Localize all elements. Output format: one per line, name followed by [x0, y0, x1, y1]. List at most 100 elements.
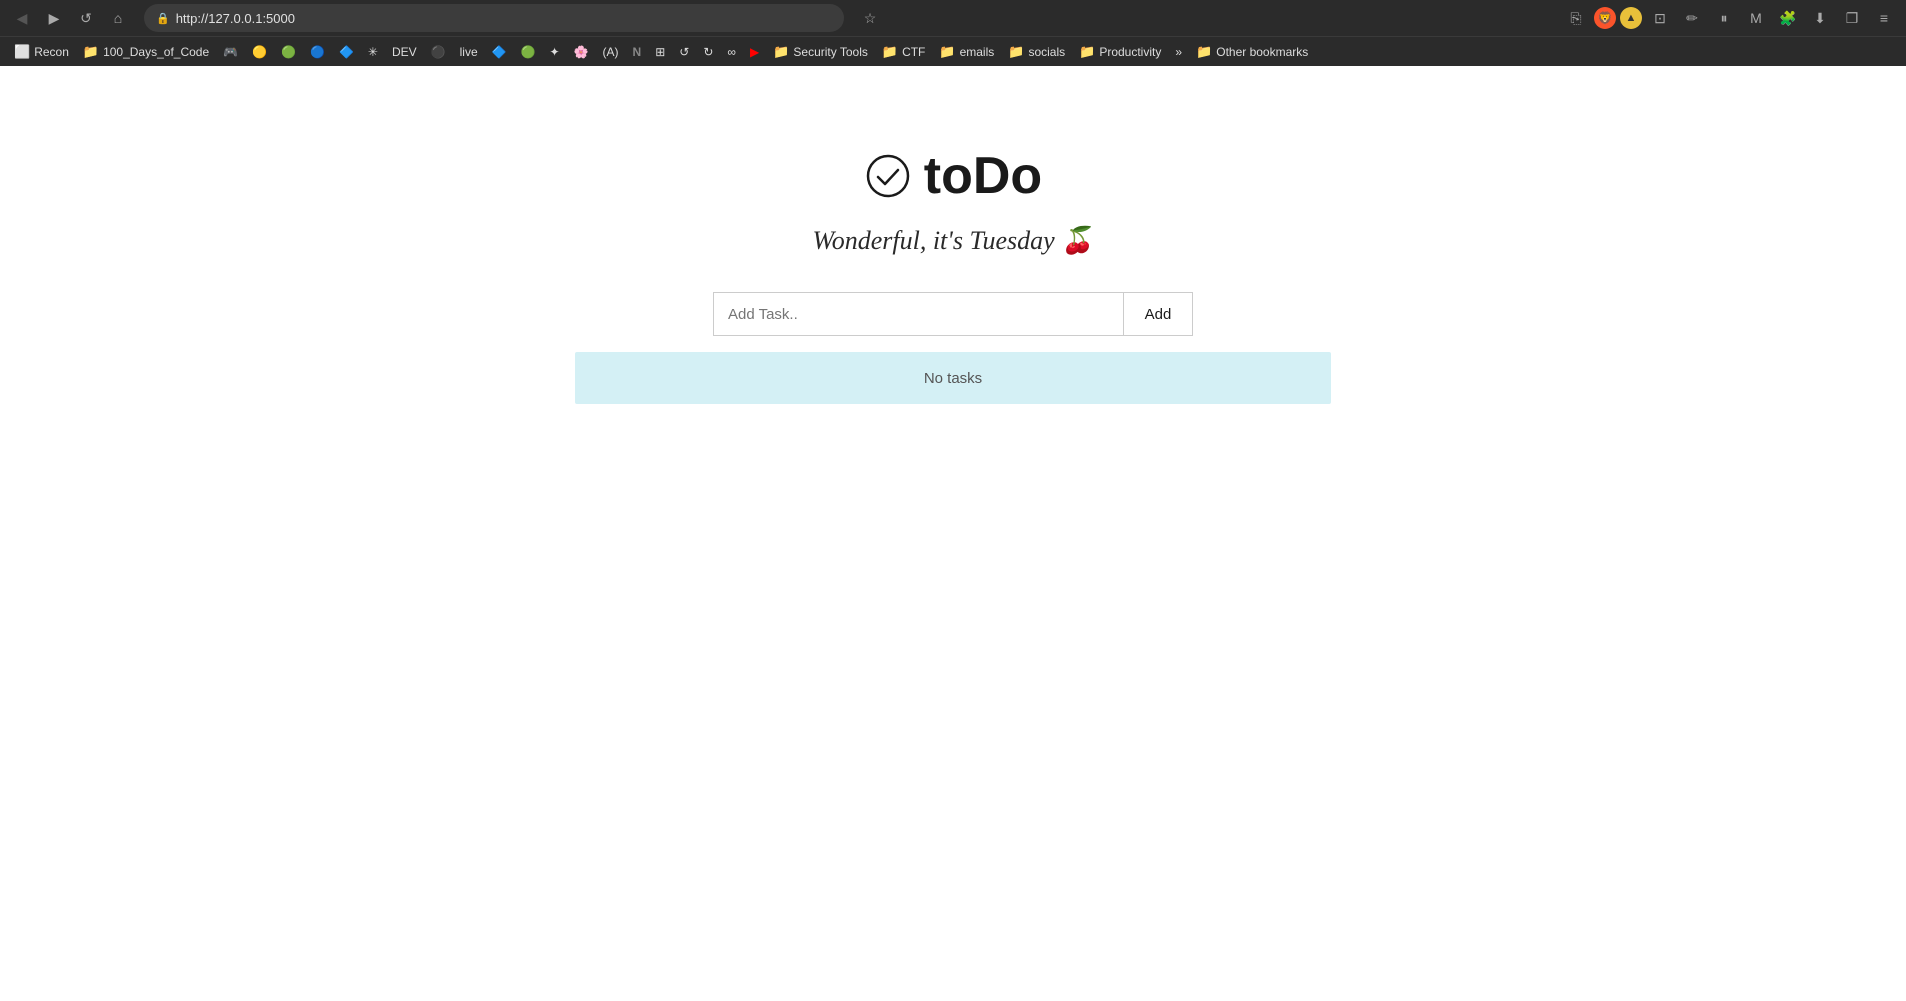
brave-alert-icon: ▲ — [1626, 12, 1637, 24]
bookmark-icon-10[interactable]: 🌸 — [568, 43, 595, 61]
toolbar-right: ⎘ 🦁 ▲ ⊡ ✏ ⏸ M 🧩 ⬇ ❐ ≡ — [1562, 4, 1898, 32]
bookmark-icon-1[interactable]: 🎮 — [217, 43, 244, 61]
browser-chrome: ◀ ▶ ↺ ⌂ 🔒 http://127.0.0.1:5000 ☆ ⎘ 🦁 ▲ … — [0, 0, 1906, 66]
extensions-button[interactable]: 🧩 — [1774, 4, 1802, 32]
url-display: http://127.0.0.1:5000 — [176, 11, 832, 26]
back-button[interactable]: ◀ — [8, 4, 36, 32]
bookmark-productivity-label: Productivity — [1099, 45, 1161, 59]
bookmarks-bar: ⬜ Recon 📁 100_Days_of_Code 🎮 🟡 🟢 🔵 🔷 ✳ D… — [0, 36, 1906, 66]
bookmark-icon-2[interactable]: 🟡 — [246, 43, 273, 61]
bookmark-icon-2-img: 🟡 — [252, 45, 267, 59]
task-input[interactable] — [713, 292, 1123, 336]
home-button[interactable]: ⌂ — [104, 4, 132, 32]
bookmark-icon-3-img: 🟢 — [281, 45, 296, 59]
bookmark-icon-6[interactable]: ✳ — [362, 43, 384, 61]
add-task-button[interactable]: Add — [1123, 292, 1193, 336]
bookmark-icon-6-img: ✳ — [368, 45, 378, 59]
bookmark-recon-label: Recon — [34, 45, 69, 59]
bookmark-icon-11[interactable]: (A) — [597, 43, 625, 61]
subtitle-text: Wonderful, it's Tuesday — [812, 226, 1061, 255]
bookmark-icon-7-img: 🔷 — [492, 45, 507, 59]
app-title-text: toDo — [924, 146, 1042, 206]
bookmark-icon-8[interactable]: 🟢 — [515, 43, 542, 61]
bookmark-100days[interactable]: 📁 100_Days_of_Code — [77, 42, 215, 62]
bookmark-dev-label: DEV — [392, 45, 417, 59]
bookmark-ctf[interactable]: 📁 CTF — [876, 42, 932, 62]
bookmark-other-label: Other bookmarks — [1216, 45, 1308, 59]
bookmark-icon-8-img: 🟢 — [521, 45, 536, 59]
more-bookmarks-icon: » — [1175, 45, 1182, 59]
bookmark-more[interactable]: » — [1169, 43, 1188, 61]
bookmark-socials-label: socials — [1028, 45, 1065, 59]
bookmark-github[interactable]: ⚫ — [425, 43, 452, 61]
bookmark-live-label: live — [460, 45, 478, 59]
bookmark-icon-4[interactable]: 🔵 — [304, 43, 331, 61]
bookmark-icon-10-img: 🌸 — [574, 45, 589, 59]
brave-shield-icon: 🦁 — [1598, 11, 1613, 25]
folder-icon-productivity: 📁 — [1079, 44, 1095, 60]
bookmark-recon[interactable]: ⬜ Recon — [8, 42, 75, 62]
forward-button[interactable]: ▶ — [40, 4, 68, 32]
no-tasks-label: No tasks — [924, 370, 982, 387]
youtube-icon: ▶ — [750, 45, 759, 59]
no-tasks-banner: No tasks — [575, 352, 1331, 404]
bookmark-live[interactable]: live — [454, 43, 484, 61]
bookmark-emails[interactable]: 📁 emails — [933, 42, 1000, 62]
menu-button[interactable]: ≡ — [1870, 4, 1898, 32]
folder-icon-other: 📁 — [1196, 44, 1212, 60]
bookmark-dev[interactable]: DEV — [386, 43, 423, 61]
bookmark-icon-14[interactable]: ↺ — [673, 43, 695, 61]
brave-alert-button[interactable]: ▲ — [1620, 7, 1642, 29]
bookmark-star-button[interactable]: ☆ — [856, 4, 884, 32]
pen-button[interactable]: ✏ — [1678, 4, 1706, 32]
bookmark-icon-15-img: ↻ — [703, 45, 713, 59]
folder-icon-emails: 📁 — [939, 44, 955, 60]
bookmark-icon-5[interactable]: 🔷 — [333, 43, 360, 61]
bookmark-icon-7[interactable]: 🔷 — [486, 43, 513, 61]
brave-shield-button[interactable]: 🦁 — [1594, 7, 1616, 29]
bookmark-icon-9[interactable]: ✦ — [544, 43, 566, 61]
bookmark-icon-12[interactable]: N — [627, 43, 648, 61]
share-button[interactable]: ⎘ — [1562, 4, 1590, 32]
bookmark-icon-11-img: (A) — [603, 45, 619, 59]
reload-button[interactable]: ↺ — [72, 4, 100, 32]
check-icon — [864, 152, 912, 200]
mullvad-button[interactable]: M — [1742, 4, 1770, 32]
bookmark-icon-13[interactable]: ⊞ — [649, 43, 671, 61]
bookmark-icon-14-img: ↺ — [679, 45, 689, 59]
bookmark-icon-3[interactable]: 🟢 — [275, 43, 302, 61]
app-subtitle: Wonderful, it's Tuesday 🍒 — [812, 226, 1093, 256]
folder-icon-security: 📁 — [773, 44, 789, 60]
bookmark-security-label: Security Tools — [793, 45, 867, 59]
bookmark-icon-16-img: ∞ — [727, 45, 736, 59]
security-icon: 🔒 — [156, 12, 170, 25]
app-title-container: toDo — [864, 146, 1042, 206]
bookmark-youtube[interactable]: ▶ — [744, 43, 765, 61]
github-icon: ⚫ — [431, 45, 446, 59]
bookmark-icon-12-img: N — [633, 45, 642, 59]
bookmark-icon-16[interactable]: ∞ — [721, 43, 742, 61]
screenshot-button[interactable]: ⊡ — [1646, 4, 1674, 32]
subtitle-emoji: 🍒 — [1061, 226, 1093, 255]
download-button[interactable]: ⬇ — [1806, 4, 1834, 32]
main-content: toDo Wonderful, it's Tuesday 🍒 Add No ta… — [0, 66, 1906, 1001]
bookmark-productivity[interactable]: 📁 Productivity — [1073, 42, 1167, 62]
bookmark-100days-label: 100_Days_of_Code — [103, 45, 209, 59]
bookmark-icon-5-img: 🔷 — [339, 45, 354, 59]
bookmark-security-tools[interactable]: 📁 Security Tools — [767, 42, 874, 62]
recon-icon: ⬜ — [14, 44, 30, 60]
bookmark-icon-1-img: 🎮 — [223, 45, 238, 59]
bookmark-icon-4-img: 🔵 — [310, 45, 325, 59]
window-button[interactable]: ❐ — [1838, 4, 1866, 32]
pause-button[interactable]: ⏸ — [1710, 4, 1738, 32]
bookmark-icon-15[interactable]: ↻ — [697, 43, 719, 61]
bookmark-socials[interactable]: 📁 socials — [1002, 42, 1071, 62]
bookmark-other[interactable]: 📁 Other bookmarks — [1190, 42, 1314, 62]
folder-icon-100days: 📁 — [83, 44, 99, 60]
bookmark-icon-13-img: ⊞ — [655, 45, 665, 59]
address-bar[interactable]: 🔒 http://127.0.0.1:5000 — [144, 4, 844, 32]
task-input-row: Add — [713, 292, 1193, 336]
bookmark-icon-9-img: ✦ — [550, 45, 560, 59]
folder-icon-ctf: 📁 — [882, 44, 898, 60]
title-bar: ◀ ▶ ↺ ⌂ 🔒 http://127.0.0.1:5000 ☆ ⎘ 🦁 ▲ … — [0, 0, 1906, 36]
